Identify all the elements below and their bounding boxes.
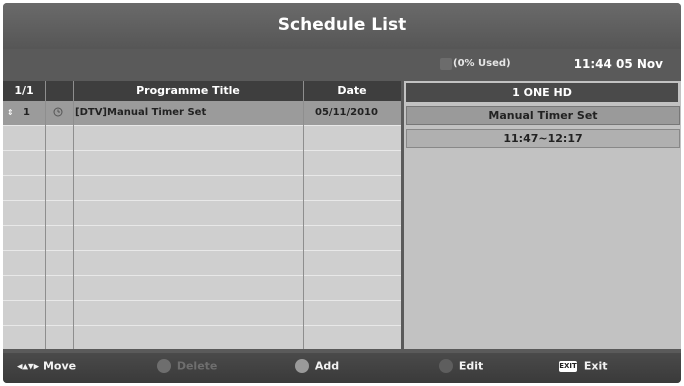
exit-button[interactable]: EXIT Exit — [559, 359, 607, 377]
edit-label: Edit — [458, 359, 484, 373]
exit-key-icon: EXIT — [559, 360, 577, 372]
clock: 11:44 05 Nov — [573, 57, 663, 71]
detail-panel: 1 ONE HD Manual Timer Set 11:47~12:17 — [404, 81, 681, 349]
column-divider — [45, 81, 46, 349]
table-row[interactable] — [3, 301, 401, 326]
storage-usage-bar — [440, 58, 452, 70]
table-row[interactable] — [3, 201, 401, 226]
footer-bar: ◂▴▾▸ Move Delete Add Edit EXIT Exit — [3, 353, 681, 383]
delete-label: Delete — [176, 359, 218, 373]
column-divider — [73, 81, 74, 349]
column-date-header: Date — [337, 84, 367, 97]
exit-label: Exit — [583, 359, 608, 373]
green-button-icon — [295, 359, 309, 373]
table-row[interactable] — [3, 326, 401, 350]
storage-usage: (0% Used) — [453, 58, 511, 69]
event-time: 11:47~12:17 — [406, 129, 680, 148]
channel-name: 1 ONE HD — [406, 83, 678, 102]
row-date: 05/11/2010 — [315, 107, 378, 118]
delete-button[interactable]: Delete — [157, 359, 217, 377]
table-row[interactable] — [3, 126, 401, 151]
red-button-icon — [157, 359, 171, 373]
move-label: Move — [42, 359, 77, 373]
status-row: (0% Used) 11:44 05 Nov — [3, 53, 681, 77]
column-divider — [303, 81, 304, 349]
schedule-table: 1/1 Programme Title Date ⇕ 1 [DTV]Manual… — [3, 81, 401, 349]
column-title-header: Programme Title — [136, 84, 240, 97]
scroll-arrows-icon: ⇕ — [7, 108, 14, 117]
table-row[interactable] — [3, 276, 401, 301]
table-row[interactable]: ⇕ 1 [DTV]Manual Timer Set 05/11/2010 — [3, 101, 401, 126]
edit-button[interactable]: Edit — [439, 359, 483, 377]
table-row[interactable] — [3, 226, 401, 251]
table-header: 1/1 Programme Title Date — [3, 81, 401, 101]
row-title: [DTV]Manual Timer Set — [75, 107, 207, 118]
add-label: Add — [314, 359, 340, 373]
table-row[interactable] — [3, 151, 401, 176]
row-index: 1 — [23, 107, 30, 118]
event-name: Manual Timer Set — [406, 106, 680, 125]
move-hint[interactable]: ◂▴▾▸ Move — [17, 359, 76, 377]
move-arrows-icon: ◂▴▾▸ — [17, 359, 40, 373]
table-row[interactable] — [3, 176, 401, 201]
yellow-button-icon — [439, 359, 453, 373]
schedule-screen: Schedule List (0% Used) 11:44 05 Nov 1/1… — [3, 3, 681, 383]
timer-clock-icon — [53, 101, 63, 125]
add-button[interactable]: Add — [295, 359, 339, 377]
page-title: Schedule List — [277, 15, 407, 35]
page-indicator: 1/1 — [14, 84, 34, 97]
table-row[interactable] — [3, 251, 401, 276]
title-bar: Schedule List — [3, 3, 681, 49]
